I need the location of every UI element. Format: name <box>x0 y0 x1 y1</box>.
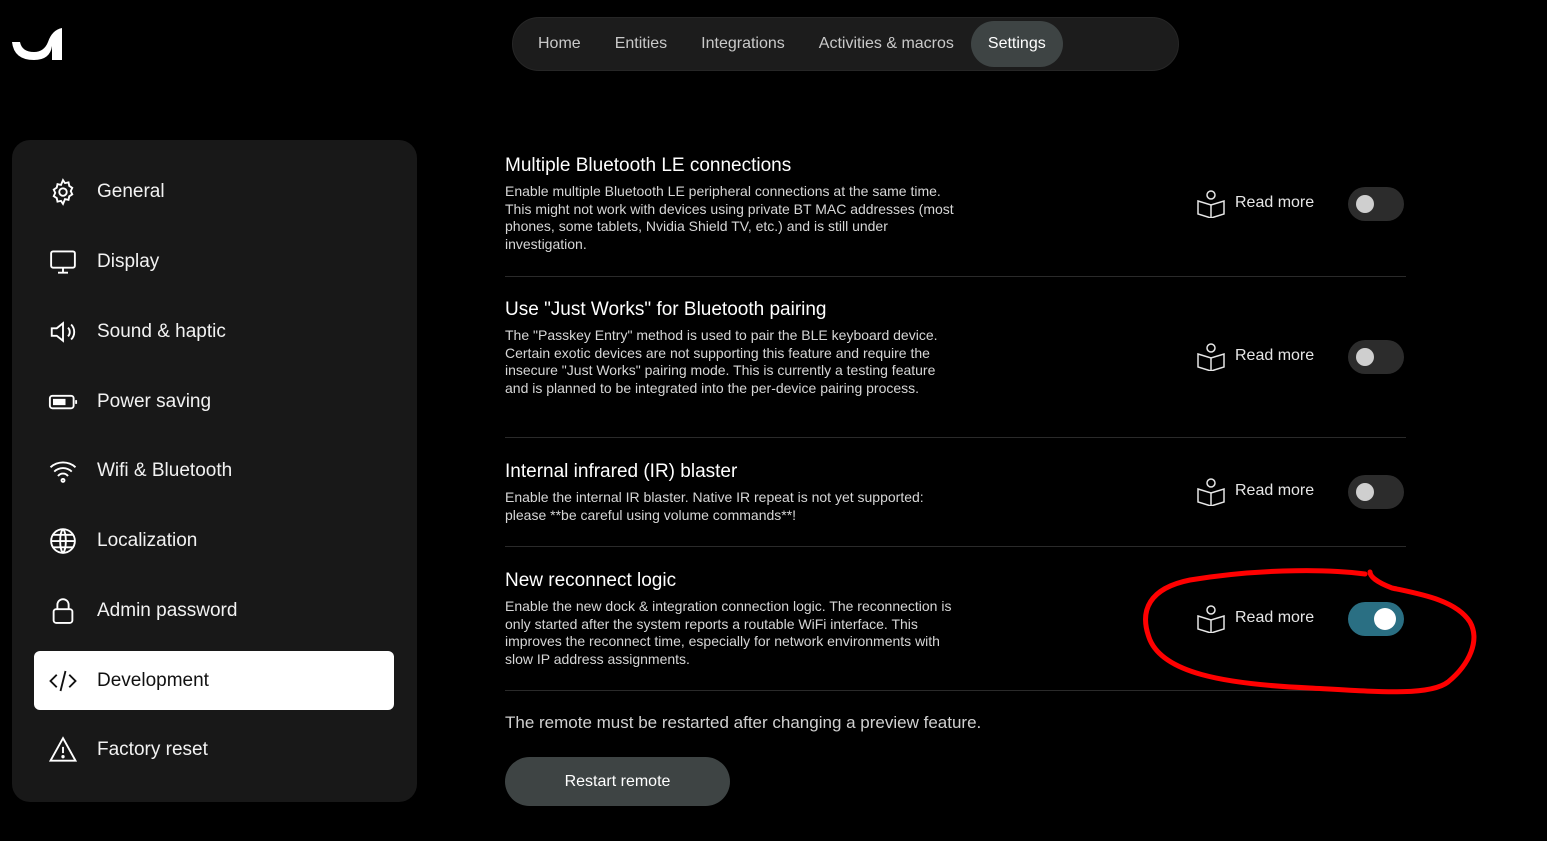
sidebar-item-display[interactable]: Display <box>34 232 394 291</box>
book-reader-icon <box>1197 343 1225 371</box>
tab-activities-macros[interactable]: Activities & macros <box>802 21 971 67</box>
read-more-link[interactable]: Read more <box>1196 603 1314 633</box>
sidebar-item-label: Power saving <box>97 390 212 412</box>
monitor-icon <box>46 245 80 279</box>
restart-note: The remote must be restarted after chang… <box>505 713 982 732</box>
read-more-label: Read more <box>1235 347 1315 364</box>
divider <box>505 690 1406 691</box>
sidebar-item-label: Sound & haptic <box>97 320 226 342</box>
tab-integrations[interactable]: Integrations <box>684 21 802 67</box>
book-reader-icon <box>1197 478 1225 506</box>
sidebar-item-development[interactable]: Development <box>34 651 394 710</box>
sidebar-item-label: Display <box>97 250 160 272</box>
tab-settings[interactable]: Settings <box>970 21 1063 67</box>
sidebar-item-label: Development <box>97 669 209 691</box>
wifi-icon <box>46 454 80 488</box>
read-more-link[interactable]: Read more <box>1196 341 1314 371</box>
sidebar-item-label: General <box>97 180 165 202</box>
globe-icon <box>46 524 80 558</box>
settings-sidebar: General Display Sound & haptic Power sav… <box>12 140 417 802</box>
top-navigation: Home Entities Integrations Activities & … <box>512 17 1179 71</box>
setting-description: Enable multiple Bluetooth LE peripheral … <box>505 183 954 252</box>
book-reader-icon <box>1197 190 1225 218</box>
sidebar-item-localization[interactable]: Localization <box>34 511 394 570</box>
gear-icon <box>46 175 80 209</box>
sidebar-item-label: Admin password <box>97 599 238 621</box>
setting-title: New reconnect logic <box>505 570 677 591</box>
lock-icon <box>46 594 80 628</box>
toggle-multiple-ble-connections[interactable] <box>1348 187 1404 221</box>
setting-description: Enable the new dock & integration connec… <box>505 598 952 667</box>
sidebar-item-label: Localization <box>97 529 198 551</box>
speaker-icon <box>46 315 80 349</box>
read-more-label: Read more <box>1235 482 1315 499</box>
sidebar-item-general[interactable]: General <box>34 162 394 221</box>
battery-icon <box>46 385 80 419</box>
toggle-just-works-pairing[interactable] <box>1348 340 1404 374</box>
divider <box>505 276 1406 277</box>
warning-icon <box>46 733 80 767</box>
sidebar-item-label: Factory reset <box>97 738 208 760</box>
sidebar-item-sound-haptic[interactable]: Sound & haptic <box>34 302 394 361</box>
app-logo-icon <box>12 26 64 62</box>
sidebar-item-wifi-bluetooth[interactable]: Wifi & Bluetooth <box>34 441 394 500</box>
read-more-label: Read more <box>1235 609 1315 626</box>
tab-home[interactable]: Home <box>521 21 598 67</box>
setting-description: The "Passkey Entry" method is used to pa… <box>505 327 938 396</box>
read-more-link[interactable]: Read more <box>1196 188 1314 218</box>
read-more-label: Read more <box>1235 194 1315 211</box>
sidebar-item-power-saving[interactable]: Power saving <box>34 372 394 431</box>
divider <box>505 437 1406 438</box>
toggle-internal-ir-blaster[interactable] <box>1348 475 1404 509</box>
sidebar-item-factory-reset[interactable]: Factory reset <box>34 720 394 779</box>
setting-description: Enable the internal IR blaster. Native I… <box>505 489 924 523</box>
divider <box>505 546 1406 547</box>
sidebar-item-label: Wifi & Bluetooth <box>97 459 233 481</box>
setting-title: Use "Just Works" for Bluetooth pairing <box>505 299 827 320</box>
toggle-new-reconnect-logic[interactable] <box>1348 602 1404 636</box>
tab-entities[interactable]: Entities <box>598 21 684 67</box>
sidebar-item-admin-password[interactable]: Admin password <box>34 581 394 640</box>
setting-title: Multiple Bluetooth LE connections <box>505 155 792 176</box>
restart-remote-button[interactable]: Restart remote <box>505 757 730 806</box>
book-reader-icon <box>1197 605 1225 633</box>
read-more-link[interactable]: Read more <box>1196 476 1314 506</box>
code-icon <box>46 664 80 698</box>
